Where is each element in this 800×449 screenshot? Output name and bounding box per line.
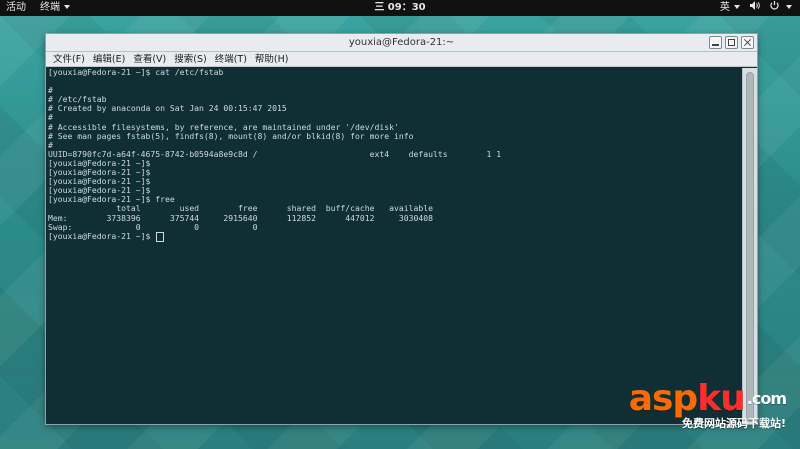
- power-icon[interactable]: [770, 0, 792, 16]
- input-method-indicator[interactable]: 英: [720, 0, 740, 16]
- chevron-down-icon: [786, 5, 792, 9]
- close-button[interactable]: [741, 36, 754, 49]
- window-title: youxia@Fedora-21:~: [348, 37, 455, 48]
- menu-help[interactable]: 帮助(H): [254, 52, 290, 66]
- terminal-window[interactable]: youxia@Fedora-21:~ 文件(F) 编辑(E) 查看(V) 搜索(…: [45, 33, 758, 425]
- menu-edit[interactable]: 编辑(E): [92, 52, 126, 66]
- menu-file[interactable]: 文件(F): [52, 52, 86, 66]
- terminal-line: # Created by anaconda on Sat Jan 24 00:1…: [48, 103, 287, 114]
- window-controls: [709, 36, 754, 49]
- watermark-logo: aspku .com: [628, 378, 787, 419]
- chevron-down-icon: [733, 5, 740, 9]
- top-bar-right: 英: [720, 0, 792, 16]
- watermark: aspku .com 免费网站源码下载站!: [628, 378, 787, 431]
- terminal-output[interactable]: [youxia@Fedora-21 ~]$ cat /etc/fstab # #…: [46, 68, 743, 424]
- terminal-prompt: [youxia@Fedora-21 ~]$: [48, 230, 156, 241]
- menu-view[interactable]: 查看(V): [132, 52, 167, 66]
- terminal-line: # See man pages fstab(5), findfs(8), mou…: [48, 130, 414, 141]
- terminal-line: [youxia@Fedora-21 ~]$: [48, 157, 151, 168]
- maximize-button[interactable]: [725, 36, 738, 49]
- speaker-icon[interactable]: [749, 0, 760, 16]
- watermark-logo-ku: ku: [697, 378, 746, 419]
- top-bar: 活动 终端 三 09：30 英: [0, 0, 800, 16]
- text-cursor: [156, 231, 165, 242]
- minimize-button[interactable]: [709, 36, 722, 49]
- watermark-logo-dot: .com: [746, 389, 787, 408]
- terminal-prompt-line[interactable]: [youxia@Fedora-21 ~]$: [48, 230, 743, 242]
- input-method-label: 英: [719, 2, 730, 13]
- menu-bar: 文件(F) 编辑(E) 查看(V) 搜索(S) 终端(T) 帮助(H): [46, 52, 757, 67]
- terminal-line: [youxia@Fedora-21 ~]$ cat /etc/fstab: [48, 68, 224, 77]
- watermark-logo-main: asp: [628, 378, 698, 419]
- terminal-line: [youxia@Fedora-21 ~]$: [48, 167, 151, 178]
- clock[interactable]: 三 09：30: [0, 0, 800, 16]
- terminal-line: [youxia@Fedora-21 ~]$: [48, 176, 151, 187]
- menu-terminal[interactable]: 终端(T): [214, 52, 248, 66]
- terminal-line: #: [48, 85, 53, 96]
- window-titlebar[interactable]: youxia@Fedora-21:~: [46, 34, 757, 52]
- terminal-line: UUID=8790fc7d-a64f-4675-8742-b0594a8e9c8…: [48, 148, 502, 159]
- menu-search[interactable]: 搜索(S): [173, 52, 207, 66]
- scrollbar-thumb[interactable]: [746, 72, 754, 422]
- terminal-scrollbar[interactable]: [742, 68, 757, 424]
